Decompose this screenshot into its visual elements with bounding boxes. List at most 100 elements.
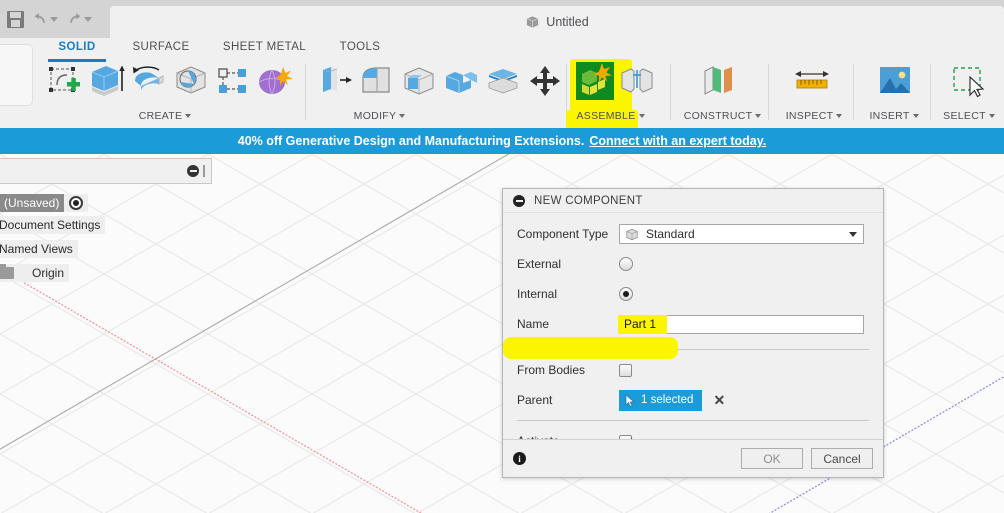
internal-radio[interactable] bbox=[619, 287, 633, 301]
panel-label-insert[interactable]: INSERT bbox=[858, 110, 930, 122]
undo-dropdown-caret-icon[interactable] bbox=[50, 16, 58, 22]
panel-construct: CONSTRUCT bbox=[676, 58, 769, 128]
tab-solid[interactable]: SOLID bbox=[46, 41, 108, 53]
browser-item-label: Document Settings bbox=[0, 218, 101, 232]
promo-banner-link[interactable]: Connect with an expert today. bbox=[589, 134, 766, 148]
cube-icon bbox=[527, 16, 539, 28]
tab-sheet-metal[interactable]: SHEET METAL bbox=[212, 41, 317, 53]
tab-surface[interactable]: SURFACE bbox=[125, 41, 197, 53]
promo-banner: 40% off Generative Design and Manufactur… bbox=[0, 128, 1004, 154]
name-input[interactable]: Part 1 bbox=[618, 314, 864, 334]
internal-label: Internal bbox=[517, 287, 558, 301]
dialog-header: NEW COMPONENT bbox=[503, 189, 883, 213]
fusion360-window: Untitled SOLID SURFACE SHEET METAL TOOLS bbox=[0, 0, 1004, 513]
cursor-icon bbox=[625, 393, 635, 407]
panel-modify: MODIFY bbox=[312, 58, 567, 128]
cancel-button[interactable]: Cancel bbox=[811, 448, 873, 469]
component-type-select[interactable]: Standard bbox=[619, 224, 864, 244]
external-radio[interactable] bbox=[619, 257, 633, 271]
new-component-icon[interactable] bbox=[574, 60, 616, 102]
split-face-icon[interactable] bbox=[482, 60, 524, 102]
row-name: Name Part 1 bbox=[503, 309, 883, 339]
panel-select: SELECT bbox=[934, 58, 1004, 128]
row-from-bodies: From Bodies bbox=[503, 355, 883, 385]
visibility-radio-icon[interactable] bbox=[69, 196, 84, 210]
panel-label-modify[interactable]: MODIFY bbox=[252, 110, 507, 122]
tab-tools[interactable]: TOOLS bbox=[330, 41, 390, 53]
component-type-value: Standard bbox=[646, 227, 695, 241]
extrude-icon[interactable] bbox=[86, 60, 128, 102]
panel-label-assemble[interactable]: ASSEMBLE bbox=[548, 110, 673, 122]
chevron-down-icon bbox=[755, 114, 762, 118]
fillet-icon[interactable] bbox=[356, 60, 398, 102]
combine-icon[interactable] bbox=[440, 60, 482, 102]
dialog-title: NEW COMPONENT bbox=[534, 194, 643, 207]
name-value: Part 1 bbox=[624, 317, 657, 331]
chevron-down-icon bbox=[399, 114, 406, 118]
dialog-buttons: OK Cancel bbox=[741, 448, 873, 469]
dialog-body: Component Type Standard External Interna… bbox=[503, 219, 883, 456]
ok-button[interactable]: OK bbox=[741, 448, 803, 469]
select-window-icon[interactable] bbox=[948, 60, 990, 102]
grip-icon[interactable] bbox=[203, 165, 205, 177]
move-copy-icon[interactable] bbox=[524, 60, 566, 102]
close-icon[interactable]: ✕ bbox=[713, 392, 725, 409]
save-icon bbox=[7, 10, 24, 28]
external-label: External bbox=[517, 257, 562, 271]
browser-item-unsaved[interactable]: (Unsaved) bbox=[0, 194, 89, 212]
panel-label-construct[interactable]: CONSTRUCT bbox=[676, 110, 769, 122]
document-title-group: Untitled bbox=[110, 6, 1004, 38]
panel-label-inspect[interactable]: INSPECT bbox=[774, 110, 854, 122]
shell-icon[interactable] bbox=[398, 60, 440, 102]
document-tab[interactable]: Untitled bbox=[110, 6, 1004, 38]
revolve-icon[interactable] bbox=[128, 60, 170, 102]
save-button[interactable] bbox=[4, 6, 27, 32]
quick-access-toolbar bbox=[0, 0, 95, 38]
from-bodies-checkbox[interactable] bbox=[619, 363, 632, 377]
component-type-label: Component Type bbox=[517, 227, 609, 241]
chevron-down-icon[interactable] bbox=[849, 231, 857, 237]
ribbon-separator bbox=[670, 64, 671, 120]
panel-insert: INSERT bbox=[858, 58, 930, 128]
browser-item-label: Origin bbox=[32, 266, 65, 280]
info-icon[interactable]: i bbox=[513, 452, 526, 465]
promo-banner-text: 40% off Generative Design and Manufactur… bbox=[237, 134, 585, 148]
browser-item-document-settings[interactable]: Document Settings bbox=[0, 216, 106, 234]
browser-panel-header bbox=[0, 158, 212, 184]
row-external: External bbox=[503, 249, 883, 279]
parent-selection-button[interactable]: 1 selected bbox=[619, 389, 703, 411]
chevron-down-icon bbox=[988, 114, 995, 118]
ribbon-tab-row: SOLID SURFACE SHEET METAL TOOLS bbox=[0, 38, 1004, 62]
parent-selection-value: 1 selected bbox=[641, 394, 694, 406]
press-pull-icon[interactable] bbox=[314, 60, 356, 102]
ribbon-separator bbox=[853, 64, 854, 120]
sweep-icon[interactable] bbox=[170, 60, 212, 102]
chevron-down-icon bbox=[638, 114, 645, 118]
document-title: Untitled bbox=[546, 15, 589, 29]
name-label: Name bbox=[517, 317, 550, 331]
redo-button[interactable] bbox=[63, 6, 95, 32]
dialog-footer: i OK Cancel bbox=[503, 439, 883, 477]
pattern-icon[interactable] bbox=[212, 60, 254, 102]
browser-item-label: Named Views bbox=[0, 242, 73, 256]
offset-plane-icon[interactable] bbox=[700, 60, 742, 102]
redo-dropdown-caret-icon[interactable] bbox=[84, 16, 92, 22]
title-bar: Untitled bbox=[0, 0, 1004, 38]
ribbon: SOLID SURFACE SHEET METAL TOOLS CREATE M… bbox=[0, 38, 1004, 129]
form-icon[interactable] bbox=[254, 60, 296, 102]
from-bodies-label: From Bodies bbox=[517, 363, 586, 377]
insert-image-icon[interactable] bbox=[873, 60, 915, 102]
row-parent: Parent 1 selected ✕ bbox=[503, 385, 883, 415]
measure-icon[interactable] bbox=[792, 60, 834, 102]
panel-label-select[interactable]: SELECT bbox=[934, 110, 1004, 122]
browser-item-named-views[interactable]: Named Views bbox=[0, 240, 78, 258]
collapse-icon[interactable] bbox=[513, 194, 525, 207]
undo-button[interactable] bbox=[29, 6, 61, 32]
ribbon-separator bbox=[930, 64, 931, 120]
new-component-dialog: NEW COMPONENT Component Type Standard Ex… bbox=[502, 188, 884, 478]
cube-icon bbox=[626, 228, 638, 240]
collapse-icon[interactable] bbox=[187, 165, 199, 177]
joint-icon[interactable] bbox=[616, 60, 658, 102]
browser-item-origin[interactable]: Origin bbox=[0, 264, 70, 282]
create-sketch-icon[interactable] bbox=[44, 60, 86, 102]
